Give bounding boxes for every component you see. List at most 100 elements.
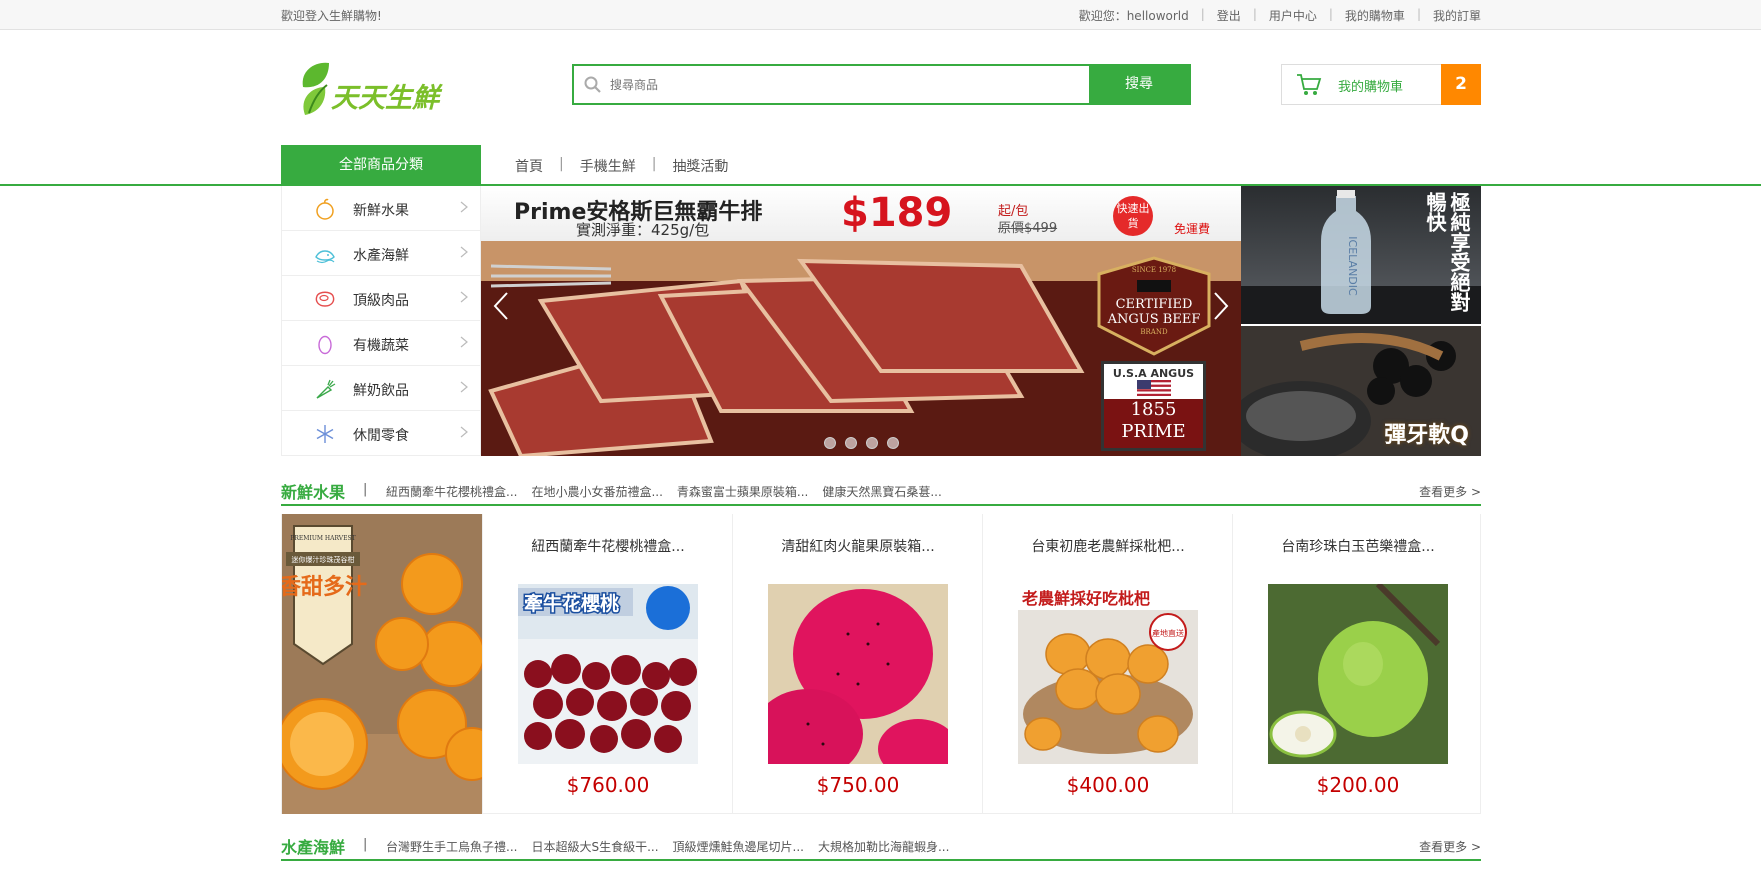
usa-angus-badge: U.S.A ANGUS 1855 PRIME [1101, 361, 1206, 451]
floor-body-fruit: PREMIUM HARVEST 迷你爆汁珍珠茂谷柑 香甜多汁 紐西蘭牽牛花櫻桃禮… [281, 514, 1481, 814]
chevron-right-icon [460, 336, 468, 348]
category-fruit[interactable]: 新鮮水果 [282, 186, 480, 231]
fish-icon [315, 250, 335, 264]
main-banner-carousel[interactable]: Prime安格斯巨無霸牛排 實測淨重：425g/包 $189 起/包 原價$49… [481, 186, 1241, 456]
search-button[interactable]: 搜尋 [1089, 66, 1189, 103]
cart-label: 我的購物車 [1338, 80, 1404, 95]
floor-sub-link[interactable]: 頂級煙燻鮭魚邊尾切片... [673, 838, 804, 855]
floor-sub-link[interactable]: 青森蜜富士蘋果原裝箱... [677, 483, 808, 500]
product-name[interactable]: 紐西蘭牽牛花櫻桃禮盒... [483, 536, 733, 556]
divider: | [1416, 7, 1421, 21]
divider: | [363, 837, 368, 852]
chevron-right-icon [460, 381, 468, 393]
category-drinks[interactable]: 鮮奶飲品 [282, 366, 480, 411]
dragon-fruit-image [768, 584, 948, 764]
carousel-dot[interactable] [824, 437, 836, 449]
free-ship-label: 免運費 [1174, 222, 1211, 236]
my-orders-link[interactable]: 我的訂單 [1433, 7, 1481, 24]
product-name[interactable]: 清甜紅肉火龍果原裝箱... [733, 536, 983, 556]
floor-sub-link[interactable]: 在地小農小女番茄禮盒... [531, 483, 662, 500]
badge-certified: CERTIFIED [1116, 297, 1193, 312]
view-more-link[interactable]: 查看更多 > [1419, 838, 1481, 855]
user-center-link[interactable]: 用户中心 [1269, 7, 1317, 24]
search-box: 搜尋 [572, 64, 1191, 105]
loquat-tag: 老農鮮採好吃枇杷 [1021, 589, 1150, 608]
my-cart-link[interactable]: 我的購物車 [1345, 7, 1405, 24]
badge2-bottom: 1855 PRIME [1104, 399, 1203, 448]
divider: | [559, 156, 564, 172]
floor-sub-link[interactable]: 日本超級大S生食級干... [531, 838, 658, 855]
product-name[interactable]: 台東初鹿老農鮮採枇杷... [983, 536, 1233, 556]
product-price: $400.00 [1066, 773, 1150, 797]
carrot-icon [316, 379, 336, 399]
promo-text: 香甜多汁 [282, 574, 367, 600]
carousel-dots [824, 437, 899, 449]
divider: | [651, 156, 657, 172]
nav-menu: 首頁 | 手機生鮮 | 抽獎活動 [515, 156, 728, 176]
cherry-tag: 牽牛花櫻桃 [524, 592, 619, 615]
carousel-next-arrow[interactable] [1213, 291, 1229, 321]
us-flag-icon [1136, 380, 1171, 396]
logout-link[interactable]: 登出 [1217, 7, 1241, 24]
cart-widget[interactable]: 我的購物車 2 [1281, 64, 1481, 105]
product-card[interactable]: 台東初鹿老農鮮採枇杷... 老農鮮採好吃枇杷 產地直送 $400.00 [982, 514, 1232, 814]
floor-sub-link[interactable]: 大規格加勒比海龍蝦身... [818, 838, 949, 855]
orange-promo-image: PREMIUM HARVEST 迷你爆汁珍珠茂谷柑 香甜多汁 [282, 514, 482, 814]
carousel-prev-arrow[interactable] [493, 291, 509, 321]
product-card[interactable]: 清甜紅肉火龍果原裝箱... $750.00 [732, 514, 982, 814]
angus-beef-badge: SINCE 1978 CERTIFIED ANGUS BEEF BRAND [1097, 256, 1211, 356]
site-logo[interactable]: 天天生鮮 [295, 57, 445, 121]
guava-image [1268, 584, 1448, 764]
badge2-prime: PRIME [1121, 421, 1186, 442]
floor-sub-link[interactable]: 紐西蘭牽牛花櫻桃禮盒... [386, 483, 517, 500]
product-card[interactable]: 台南珍珠白玉芭樂禮盒... $200.00 [1232, 514, 1482, 814]
loquat-image: 老農鮮採好吃枇杷 產地直送 [1018, 584, 1198, 764]
promo-top: PREMIUM HARVEST [290, 535, 355, 542]
fruit-promo-banner[interactable]: PREMIUM HARVEST 迷你爆汁珍珠茂谷柑 香甜多汁 [282, 514, 482, 814]
category-label: 休閒零食 [353, 428, 409, 444]
floor-sub-link[interactable]: 健康天然黑寶石桑葚... [822, 483, 941, 500]
category-label: 頂級肉品 [353, 293, 409, 309]
category-vegetables[interactable]: 有機蔬菜 [282, 321, 480, 366]
nav-item-mobile[interactable]: 手機生鮮 [580, 156, 636, 176]
category-label: 新鮮水果 [353, 203, 409, 219]
carousel-dot[interactable] [887, 437, 899, 449]
black-pearl-ad[interactable]: 彈牙軟Q [1241, 326, 1481, 456]
category-snacks[interactable]: 休閒零食 [282, 411, 480, 456]
meat-icon [315, 291, 335, 307]
category-sidebar: 新鮮水果 水產海鮮 頂級肉品 有機蔬菜 鮮奶飲品 休閒零食 [281, 186, 481, 456]
carousel-dot[interactable] [845, 437, 857, 449]
product-price: $760.00 [566, 773, 650, 797]
promo-ribbon: 迷你爆汁珍珠茂谷柑 [292, 555, 355, 564]
search-icon [584, 76, 601, 93]
category-label: 有機蔬菜 [353, 338, 409, 354]
floor-sub-link[interactable]: 台灣野生手工烏魚子禮... [386, 838, 517, 855]
divider: | [363, 482, 368, 497]
cherry-image: 牽牛花櫻桃 [518, 584, 698, 764]
view-more-link[interactable]: 查看更多 > [1419, 483, 1481, 500]
snowflake-icon [316, 425, 334, 443]
water-brand: ICELANDIC [1346, 236, 1359, 296]
category-meat[interactable]: 頂級肉品 [282, 276, 480, 321]
water-ad[interactable]: ICELANDIC 極純享受絕對暢快 [1241, 186, 1481, 324]
nav-item-lottery[interactable]: 抽獎活動 [672, 156, 728, 176]
all-categories-button[interactable]: 全部商品分類 [281, 145, 481, 185]
floor-title[interactable]: 水產海鮮 [281, 834, 345, 858]
category-seafood[interactable]: 水產海鮮 [282, 231, 480, 276]
floor-title[interactable]: 新鮮水果 [281, 479, 345, 503]
nav-item-home[interactable]: 首頁 [515, 156, 543, 176]
water-ad-text: 極純享受絕對暢快 [1423, 192, 1471, 312]
chevron-right-icon [460, 426, 468, 438]
banner-price: $189 [841, 190, 953, 236]
product-card[interactable]: 紐西蘭牽牛花櫻桃禮盒... 牽牛花櫻桃 $760.00 [482, 514, 732, 814]
chevron-right-icon [460, 201, 468, 213]
orange-icon [316, 198, 334, 220]
badge-brand: BRAND [1140, 328, 1168, 336]
welcome-text: 歡迎登入生鮮購物! [281, 9, 382, 23]
main-nav: 全部商品分類 首頁 | 手機生鮮 | 抽獎活動 [281, 145, 1481, 185]
banner-subtitle: 實測淨重：425g/包 [576, 221, 710, 239]
search-input[interactable] [610, 66, 1110, 103]
product-name[interactable]: 台南珍珠白玉芭樂禮盒... [1233, 536, 1483, 556]
floor-sub-links: 台灣野生手工烏魚子禮... 日本超級大S生食級干... 頂級煙燻鮭魚邊尾切片..… [386, 838, 949, 855]
carousel-dot[interactable] [866, 437, 878, 449]
